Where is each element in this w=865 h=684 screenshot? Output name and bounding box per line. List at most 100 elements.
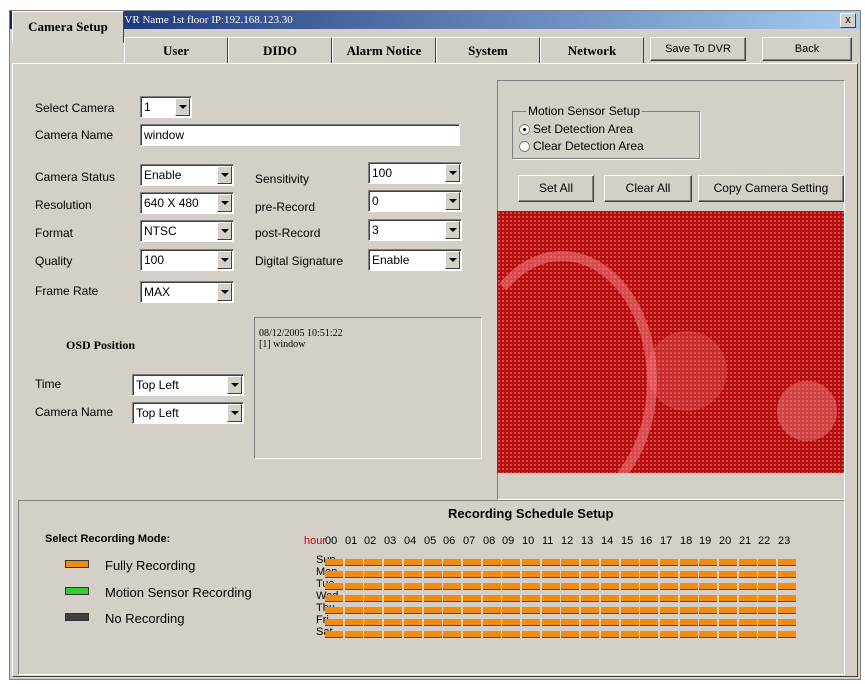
schedule-slot[interactable] (739, 559, 757, 566)
schedule-slot[interactable] (561, 595, 579, 602)
schedule-slot[interactable] (601, 595, 619, 602)
schedule-slot[interactable] (325, 595, 343, 602)
schedule-slot[interactable] (443, 631, 461, 638)
schedule-slot[interactable] (778, 583, 796, 590)
schedule-slot[interactable] (778, 595, 796, 602)
osd-camera-name-dropdown[interactable]: Top Left (132, 402, 244, 424)
schedule-slot[interactable] (640, 595, 658, 602)
schedule-slot[interactable] (699, 583, 717, 590)
schedule-slot[interactable] (325, 607, 343, 614)
schedule-slot[interactable] (758, 631, 776, 638)
schedule-slot[interactable] (719, 619, 737, 626)
schedule-slot[interactable] (384, 595, 402, 602)
schedule-slot[interactable] (640, 607, 658, 614)
schedule-slot[interactable] (384, 631, 402, 638)
schedule-slot[interactable] (739, 595, 757, 602)
schedule-slot[interactable] (581, 571, 599, 578)
schedule-row-fri[interactable] (325, 619, 797, 626)
schedule-slot[interactable] (640, 571, 658, 578)
tab-network[interactable]: Network (540, 37, 644, 63)
camera-name-input[interactable]: window (140, 124, 460, 146)
schedule-slot[interactable] (364, 583, 382, 590)
schedule-slot[interactable] (699, 607, 717, 614)
schedule-row-mon[interactable] (325, 571, 797, 578)
schedule-slot[interactable] (778, 559, 796, 566)
quality-dropdown[interactable]: 100 (140, 249, 234, 271)
schedule-row-wed[interactable] (325, 595, 797, 602)
schedule-slot[interactable] (719, 631, 737, 638)
schedule-slot[interactable] (443, 619, 461, 626)
schedule-slot[interactable] (542, 571, 560, 578)
select-camera-dropdown[interactable]: 1 (140, 96, 192, 118)
schedule-slot[interactable] (522, 583, 540, 590)
schedule-slot[interactable] (364, 631, 382, 638)
schedule-slot[interactable] (502, 607, 520, 614)
schedule-slot[interactable] (502, 571, 520, 578)
sensitivity-dropdown[interactable]: 100 (368, 162, 462, 184)
schedule-slot[interactable] (621, 595, 639, 602)
schedule-slot[interactable] (325, 631, 343, 638)
schedule-slot[interactable] (660, 631, 678, 638)
prerecord-dropdown[interactable]: 0 (368, 190, 462, 212)
schedule-slot[interactable] (345, 595, 363, 602)
chevron-down-icon[interactable] (217, 166, 232, 184)
schedule-slot[interactable] (621, 559, 639, 566)
schedule-slot[interactable] (384, 607, 402, 614)
schedule-slot[interactable] (364, 619, 382, 626)
schedule-slot[interactable] (758, 571, 776, 578)
chevron-down-icon[interactable] (445, 221, 460, 239)
schedule-slot[interactable] (522, 631, 540, 638)
schedule-slot[interactable] (345, 631, 363, 638)
schedule-slot[interactable] (621, 631, 639, 638)
chevron-down-icon[interactable] (445, 251, 460, 269)
schedule-slot[interactable] (778, 571, 796, 578)
schedule-slot[interactable] (345, 583, 363, 590)
schedule-slot[interactable] (345, 619, 363, 626)
schedule-slot[interactable] (483, 619, 501, 626)
schedule-slot[interactable] (424, 631, 442, 638)
schedule-row-tue[interactable] (325, 583, 797, 590)
schedule-slot[interactable] (522, 595, 540, 602)
schedule-slot[interactable] (601, 631, 619, 638)
schedule-slot[interactable] (522, 571, 540, 578)
schedule-slot[interactable] (542, 595, 560, 602)
schedule-slot[interactable] (758, 583, 776, 590)
fully-recording-label[interactable]: Fully Recording (105, 558, 195, 573)
schedule-slot[interactable] (601, 571, 619, 578)
schedule-slot[interactable] (502, 619, 520, 626)
chevron-down-icon[interactable] (445, 192, 460, 210)
schedule-slot[interactable] (404, 607, 422, 614)
no-recording-label[interactable]: No Recording (105, 611, 185, 626)
schedule-slot[interactable] (680, 607, 698, 614)
schedule-slot[interactable] (325, 583, 343, 590)
schedule-slot[interactable] (463, 571, 481, 578)
schedule-slot[interactable] (660, 607, 678, 614)
camera-status-dropdown[interactable]: Enable (140, 164, 234, 186)
chevron-down-icon[interactable] (217, 283, 232, 301)
schedule-slot[interactable] (719, 571, 737, 578)
clear-detection-area-label[interactable]: Clear Detection Area (533, 139, 644, 153)
schedule-slot[interactable] (542, 607, 560, 614)
schedule-slot[interactable] (561, 583, 579, 590)
schedule-slot[interactable] (424, 607, 442, 614)
schedule-row-thu[interactable] (325, 607, 797, 614)
schedule-slot[interactable] (542, 631, 560, 638)
schedule-slot[interactable] (601, 607, 619, 614)
schedule-slot[interactable] (581, 607, 599, 614)
schedule-slot[interactable] (660, 595, 678, 602)
format-dropdown[interactable]: NTSC (140, 220, 234, 242)
tab-dido[interactable]: DIDO (228, 37, 332, 63)
schedule-slot[interactable] (739, 583, 757, 590)
schedule-slot[interactable] (424, 559, 442, 566)
schedule-slot[interactable] (483, 559, 501, 566)
schedule-slot[interactable] (621, 619, 639, 626)
tab-user[interactable]: User (124, 37, 228, 63)
motion-recording-swatch[interactable] (65, 587, 89, 595)
schedule-slot[interactable] (640, 559, 658, 566)
schedule-slot[interactable] (483, 607, 501, 614)
motion-recording-label[interactable]: Motion Sensor Recording (105, 585, 252, 600)
schedule-slot[interactable] (404, 583, 422, 590)
schedule-slot[interactable] (621, 571, 639, 578)
title-bar[interactable]: DVR Remote Setup --- DVR Name 1st floor … (10, 11, 860, 29)
schedule-slot[interactable] (483, 631, 501, 638)
